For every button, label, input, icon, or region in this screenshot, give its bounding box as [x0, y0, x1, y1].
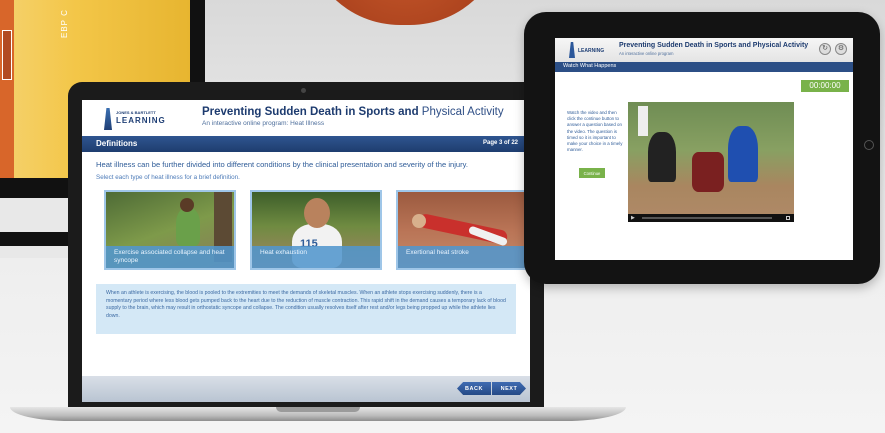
- course-title: Preventing Sudden Death in Sports and Ph…: [202, 106, 504, 118]
- tablet-header: LEARNING Preventing Sudden Death in Spor…: [555, 38, 853, 62]
- tablet: LEARNING Preventing Sudden Death in Spor…: [524, 12, 880, 284]
- card-caption: Heat exhaustion: [252, 246, 380, 268]
- tablet-logo: LEARNING: [569, 42, 613, 58]
- athlete-head-image: [180, 198, 194, 212]
- course-title-bold: Preventing Sudden Death in Sports and: [202, 106, 419, 118]
- video-progress-bar[interactable]: [642, 217, 772, 219]
- athlete-down-image: [692, 152, 724, 192]
- logo-line1: JONES & BARTLETT: [116, 110, 156, 115]
- countdown-timer: 00:00:00: [801, 80, 849, 92]
- laptop: JONES & BARTLETT LEARNING Preventing Sud…: [68, 82, 544, 412]
- logo-line2: LEARNING: [116, 116, 166, 125]
- refresh-icon[interactable]: ↻: [819, 43, 831, 55]
- instruction-text: Select each type of heat illness for a b…: [96, 174, 240, 181]
- webcam-icon: [301, 88, 306, 93]
- section-title: Definitions: [96, 139, 138, 148]
- tablet-section-title: Watch What Happens: [563, 63, 617, 69]
- monitor-thumbnail: [2, 30, 12, 80]
- course-header: JONES & BARTLETT LEARNING Preventing Sud…: [82, 100, 530, 136]
- tablet-section-bar: Watch What Happens: [555, 62, 853, 72]
- video-player[interactable]: ▶: [628, 102, 794, 222]
- section-bar: Definitions Page 3 of 22: [82, 136, 530, 152]
- card-caption: Exertional heat stroke: [398, 246, 526, 268]
- navigation-footer: BACK NEXT: [82, 376, 530, 402]
- tablet-screen: LEARNING Preventing Sudden Death in Spor…: [555, 38, 853, 260]
- laptop-screen: JONES & BARTLETT LEARNING Preventing Sud…: [82, 100, 530, 402]
- card-heat-exhaustion[interactable]: 115 Heat exhaustion: [250, 190, 382, 270]
- card-caption: Exercise associated collapse and heat sy…: [106, 246, 234, 268]
- card-heat-syncope[interactable]: Exercise associated collapse and heat sy…: [104, 190, 236, 270]
- monitor-vertical-text: EBP C: [60, 9, 69, 38]
- course-title-light: Physical Activity: [418, 106, 504, 118]
- publisher-logo: JONES & BARTLETT LEARNING: [102, 108, 166, 132]
- tablet-title: Preventing Sudden Death in Sports and Ph…: [619, 42, 809, 49]
- monitor-stripe: [0, 0, 14, 178]
- back-button[interactable]: BACK: [457, 382, 491, 395]
- fullscreen-icon[interactable]: [786, 216, 790, 220]
- intro-text: Heat illness can be further divided into…: [96, 160, 469, 169]
- person-helping-image: [728, 126, 758, 182]
- person-kneeling-image: [648, 132, 676, 182]
- settings-icon[interactable]: ⚙: [835, 43, 847, 55]
- tablet-subtitle: An interactive online program: [619, 51, 674, 56]
- card-heat-stroke[interactable]: Exertional heat stroke: [396, 190, 528, 270]
- course-subtitle: An interactive online program: Heat Illn…: [202, 120, 325, 127]
- definition-text: When an athlete is exercising, the blood…: [96, 284, 516, 334]
- play-icon[interactable]: ▶: [631, 215, 635, 221]
- next-button[interactable]: NEXT: [492, 382, 526, 395]
- bystander-image: [638, 106, 648, 136]
- orange-circle-decoration: [305, 0, 505, 25]
- lighthouse-icon: [104, 108, 112, 130]
- athlete-sitting-image: [176, 208, 200, 246]
- video-controls: ▶: [628, 214, 794, 222]
- runner-head-image: [304, 198, 330, 228]
- camera-icon: [864, 140, 874, 150]
- page-indicator: Page 3 of 22: [482, 140, 518, 146]
- collapsed-runner-head-image: [412, 214, 426, 228]
- tablet-logo-text: LEARNING: [578, 48, 605, 54]
- laptop-notch: [276, 407, 360, 412]
- lighthouse-icon: [569, 42, 575, 58]
- continue-button[interactable]: Continue: [579, 168, 605, 178]
- tablet-instruction: Watch the video and then click the conti…: [567, 110, 623, 153]
